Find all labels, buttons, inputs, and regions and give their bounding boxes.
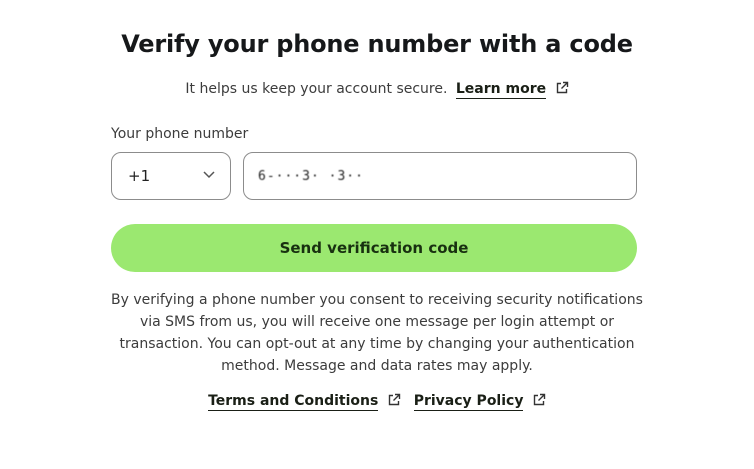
learn-more-link[interactable]: Learn more <box>455 81 547 99</box>
page-title: Verify your phone number with a code <box>121 30 633 58</box>
external-link-icon[interactable] <box>387 393 401 411</box>
footer-links: Terms and Conditions Privacy Policy <box>0 393 754 411</box>
subtitle: It helps us keep your account secure. Le… <box>0 81 754 99</box>
country-code-value: +1 <box>128 167 151 185</box>
terms-link[interactable]: Terms and Conditions <box>208 393 379 411</box>
phone-number-value: 6-···3· ·3·· <box>258 168 364 184</box>
chevron-down-icon <box>202 167 216 186</box>
country-code-select[interactable]: +1 <box>111 152 231 200</box>
external-link-icon[interactable] <box>555 81 569 99</box>
privacy-policy-link[interactable]: Privacy Policy <box>413 393 524 411</box>
phone-number-label: Your phone number <box>111 126 249 142</box>
consent-text: By verifying a phone number you consent … <box>111 292 643 374</box>
phone-number-input[interactable]: 6-···3· ·3·· <box>243 152 637 200</box>
send-verification-code-button[interactable]: Send verification code <box>111 224 637 272</box>
verify-phone-page: Verify your phone number with a code It … <box>0 0 754 469</box>
subtitle-text: It helps us keep your account secure. <box>185 81 448 97</box>
external-link-icon[interactable] <box>532 393 546 411</box>
